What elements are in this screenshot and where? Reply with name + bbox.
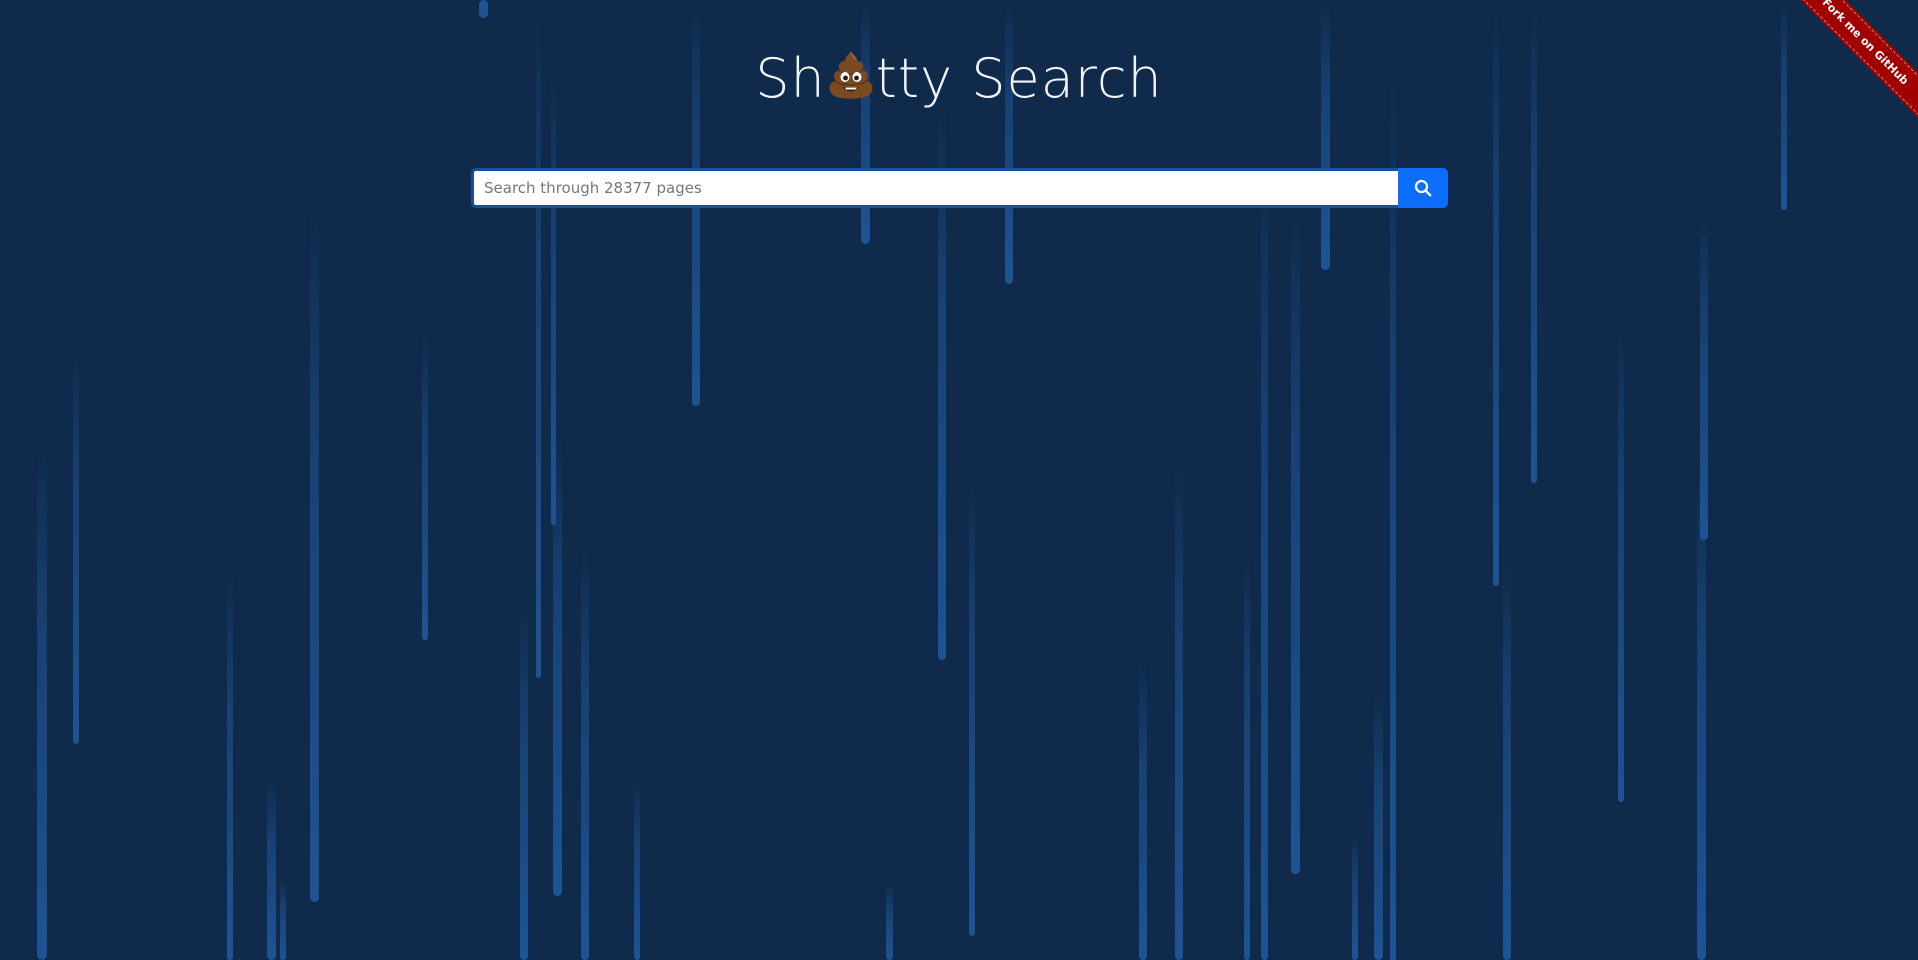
- rain-streak: [1005, 0, 1013, 284]
- rain-streak: [267, 778, 276, 960]
- search-icon: [1414, 179, 1432, 197]
- poop-emoji-icon: [829, 51, 873, 99]
- rain-streak: [581, 540, 589, 960]
- rain-streak: [422, 330, 428, 640]
- rain-streak: [520, 600, 528, 960]
- search-bar: [471, 168, 1448, 208]
- rain-streak: [553, 430, 562, 896]
- rain-streak: [37, 442, 47, 960]
- rain-streak: [1261, 148, 1268, 960]
- rain-streak: [1321, 0, 1330, 270]
- rain-background: [0, 0, 1918, 960]
- rain-streak: [1352, 834, 1358, 960]
- rain-streak: [969, 470, 975, 936]
- rain-streak: [280, 880, 286, 960]
- rain-streak: [1374, 690, 1383, 960]
- rain-streak: [227, 568, 233, 960]
- rain-streak: [1697, 464, 1706, 960]
- page-title: Sh tty Search: [0, 44, 1918, 114]
- page: Sh tty Search Fork me on GitHub: [0, 0, 1918, 960]
- rain-streak: [551, 70, 556, 525]
- fork-on-github-ribbon[interactable]: Fork me on GitHub: [1788, 0, 1918, 120]
- rain-streak: [1244, 552, 1250, 960]
- rain-streak: [1139, 658, 1147, 960]
- rain-streak: [310, 200, 319, 902]
- rain-streak: [1618, 320, 1624, 802]
- rain-streak: [1503, 560, 1511, 960]
- rain-streak: [634, 780, 640, 960]
- rain-streak: [479, 0, 488, 18]
- search-input[interactable]: [471, 168, 1398, 208]
- title-suffix: tty Search: [875, 47, 1163, 110]
- rain-streak: [73, 344, 79, 744]
- rain-streak: [1700, 210, 1708, 540]
- title-prefix: Sh: [755, 47, 826, 110]
- rain-streak: [1175, 460, 1183, 960]
- search-button[interactable]: [1398, 168, 1448, 208]
- rain-streak: [886, 882, 893, 960]
- rain-streak: [1291, 200, 1300, 874]
- github-ribbon-container: Fork me on GitHub: [1788, 0, 1918, 130]
